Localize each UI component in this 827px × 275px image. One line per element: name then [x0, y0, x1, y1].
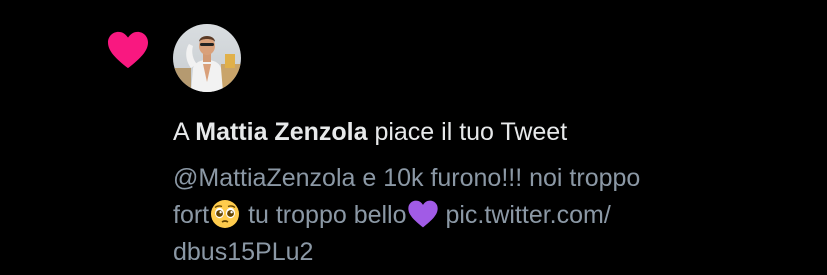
user-name-link[interactable]: Mattia Zenzola	[195, 118, 367, 146]
tweet-line-2-part-2: tu troppo bello	[241, 201, 407, 229]
tweet-line-2-part-1: fort	[173, 201, 210, 229]
tweet-line-1: @MattiaZenzola e 10k furono!!! noi tropp…	[173, 164, 641, 192]
pleading-face-emoji	[209, 198, 241, 230]
tweet-line-3[interactable]: dbus15PLu2	[173, 234, 793, 271]
tweet-line-2: fort tu troppo bello pic.twitter.com/	[173, 197, 793, 234]
user-avatar[interactable]	[173, 24, 241, 92]
purple-heart-emoji	[407, 198, 439, 230]
like-notification[interactable]: A Mattia Zenzola piace il tuo Tweet @Mat…	[0, 0, 827, 275]
heart-icon	[106, 30, 150, 70]
notification-title: A Mattia Zenzola piace il tuo Tweet	[173, 116, 567, 148]
tweet-link[interactable]: pic.twitter.com/	[439, 201, 610, 229]
title-suffix: piace il tuo Tweet	[367, 118, 568, 146]
tweet-text[interactable]: @MattiaZenzola e 10k furono!!! noi tropp…	[173, 160, 793, 271]
title-prefix: A	[173, 118, 196, 146]
